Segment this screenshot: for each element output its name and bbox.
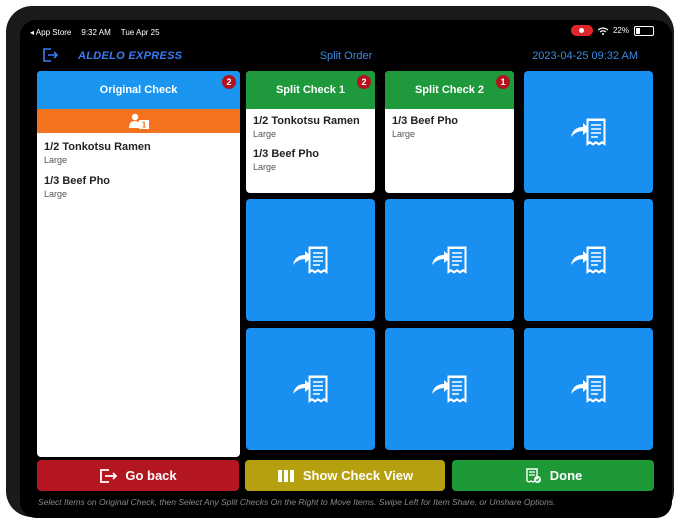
list-item[interactable]: 1/3 Beef Pho Large [37, 175, 240, 199]
battery-percent: 22% [612, 26, 629, 35]
move-to-check-icon [570, 118, 605, 146]
list-item[interactable]: 1/3 Beef Pho Large [385, 115, 514, 139]
new-split-check-tile[interactable] [385, 199, 514, 321]
back-to-app-store[interactable]: ◂ App Store [30, 28, 71, 37]
status-time: 9:32 AM [81, 28, 111, 37]
battery-icon [634, 25, 654, 36]
item-modifier: Large [253, 162, 277, 172]
new-split-check-tile[interactable] [385, 328, 514, 450]
item-name: 1/3 Beef Pho [392, 115, 459, 127]
item-modifier: Large [253, 129, 277, 139]
item-modifier: Large [392, 129, 416, 139]
new-split-check-tile[interactable] [246, 328, 375, 450]
list-item[interactable]: 1/2 Tonkotsu Ramen Large [246, 115, 375, 139]
instructions-hint: Select Items on Original Check, then Sel… [38, 497, 556, 507]
split-check-2[interactable]: Split Check 2 1 1/3 Beef Pho Large [385, 71, 514, 193]
item-share-icon: 1 [128, 113, 149, 130]
item-modifier: Large [44, 189, 68, 199]
wifi-icon [597, 26, 608, 35]
move-to-check-icon [570, 246, 605, 274]
go-back-button[interactable]: Go back [37, 460, 239, 491]
new-split-check-tile[interactable] [246, 199, 375, 321]
show-check-view-label: Show Check View [302, 468, 414, 483]
item-share-bar[interactable]: 1 [37, 109, 240, 133]
split-check-1[interactable]: Split Check 1 2 1/2 Tonkotsu Ramen Large… [246, 71, 375, 193]
header-datetime: 2023-04-25 09:32 AM [532, 50, 638, 62]
list-item[interactable]: 1/2 Tonkotsu Ramen Large [37, 141, 240, 165]
show-check-view-button[interactable]: Show Check View [245, 460, 445, 491]
svg-text:1: 1 [141, 121, 146, 130]
exit-arrow-icon [100, 468, 118, 483]
split-check-title: Split Check 2 [414, 84, 485, 96]
move-to-check-icon [570, 375, 605, 403]
item-name: 1/2 Tonkotsu Ramen [253, 115, 360, 127]
tablet-frame: ◂ App Store 9:32 AM Tue Apr 25 22% ALDEL… [6, 6, 674, 518]
done-label: Done [549, 468, 583, 483]
split-check-1-header[interactable]: Split Check 1 2 [246, 71, 375, 109]
item-count-badge: 2 [222, 75, 236, 89]
move-to-check-icon [431, 375, 466, 403]
original-check-header[interactable]: Original Check 2 [37, 71, 240, 109]
item-count-badge: 1 [496, 75, 510, 89]
new-split-check-tile[interactable] [524, 71, 653, 193]
split-check-2-header[interactable]: Split Check 2 1 [385, 71, 514, 109]
original-check-panel[interactable]: Original Check 2 1 1/2 Tonkotsu Ramen La… [37, 71, 240, 457]
status-date: Tue Apr 25 [120, 28, 160, 37]
columns-icon [277, 469, 294, 482]
app-header: ALDELO EXPRESS Split Order 2023-04-25 09… [20, 46, 672, 66]
item-name: 1/3 Beef Pho [253, 148, 320, 160]
item-name: 1/2 Tonkotsu Ramen [44, 141, 151, 153]
item-name: 1/3 Beef Pho [44, 175, 111, 187]
app-screen: ◂ App Store 9:32 AM Tue Apr 25 22% ALDEL… [20, 20, 672, 518]
new-split-check-tile[interactable] [524, 328, 653, 450]
move-to-check-icon [292, 375, 327, 403]
item-count-badge: 2 [357, 75, 371, 89]
move-to-check-icon [431, 246, 466, 274]
done-button[interactable]: Done [452, 460, 654, 491]
status-bar: ◂ App Store 9:32 AM Tue Apr 25 22% [20, 20, 672, 42]
original-check-title: Original Check [99, 84, 178, 96]
move-to-check-icon [292, 246, 327, 274]
list-item[interactable]: 1/3 Beef Pho Large [246, 148, 375, 172]
split-check-title: Split Check 1 [275, 84, 346, 96]
go-back-label: Go back [125, 468, 177, 483]
screen-recording-icon [570, 25, 593, 36]
receipt-check-icon [526, 467, 541, 483]
new-split-check-tile[interactable] [524, 199, 653, 321]
item-modifier: Large [44, 155, 68, 165]
